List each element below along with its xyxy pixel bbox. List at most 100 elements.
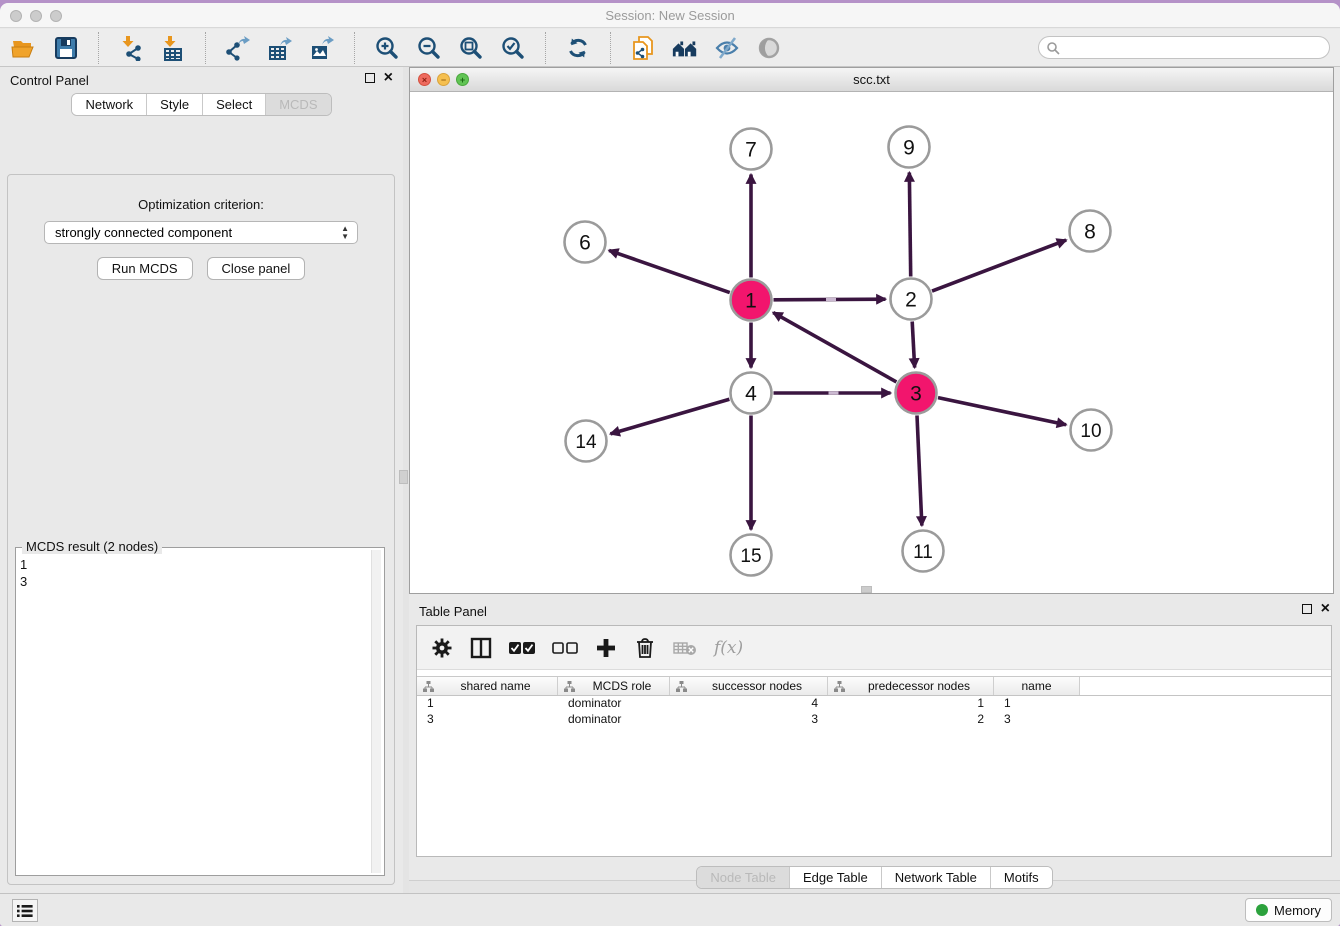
edge-3-10[interactable] bbox=[938, 398, 1066, 425]
optimization-dropdown[interactable]: strongly connected component ▲▼ bbox=[44, 221, 358, 244]
tab-network-table[interactable]: Network Table bbox=[882, 867, 991, 888]
horizontal-splitter-grip[interactable] bbox=[861, 586, 872, 593]
graph-node-2[interactable]: 2 bbox=[891, 279, 932, 320]
graph-node-14[interactable]: 14 bbox=[566, 421, 607, 462]
search-box bbox=[1038, 36, 1330, 59]
first-neighbors-icon[interactable] bbox=[671, 34, 699, 62]
app-window: Session: New Session bbox=[0, 3, 1340, 926]
mcds-tab-content: Optimization criterion: strongly connect… bbox=[7, 174, 395, 885]
edge-1-6[interactable] bbox=[609, 250, 730, 292]
table-cell[interactable]: 3 bbox=[670, 712, 828, 728]
gear-icon[interactable] bbox=[431, 636, 453, 660]
tab-edge-table[interactable]: Edge Table bbox=[790, 867, 882, 888]
toolbar-separator bbox=[610, 32, 611, 64]
column-header-shared-name[interactable]: shared name bbox=[417, 677, 558, 695]
edge-3-11[interactable] bbox=[917, 415, 922, 525]
network-canvas[interactable]: 7 9 6 8 1 2 4 3 14 10 15 11 bbox=[410, 92, 1333, 593]
duplicate-network-icon[interactable] bbox=[629, 34, 657, 62]
table-row[interactable]: 3dominator323 bbox=[417, 712, 1331, 728]
table-row[interactable]: 1dominator411 bbox=[417, 696, 1331, 712]
edge-4-14[interactable] bbox=[610, 399, 729, 434]
edge-2-3[interactable] bbox=[912, 321, 914, 367]
optimization-label: Optimization criterion: bbox=[8, 197, 394, 212]
column-header-name[interactable]: name bbox=[994, 677, 1080, 695]
bird-eye-icon[interactable] bbox=[755, 34, 783, 62]
node-label: 6 bbox=[579, 232, 591, 255]
table-cell[interactable]: dominator bbox=[558, 696, 670, 712]
hierarchy-icon bbox=[834, 681, 845, 692]
graph-node-7[interactable]: 7 bbox=[731, 129, 772, 170]
delete-table-icon bbox=[673, 636, 697, 660]
column-header-successor-nodes[interactable]: successor nodes bbox=[670, 677, 828, 695]
columns-icon[interactable] bbox=[470, 636, 492, 660]
deselect-all-icon[interactable] bbox=[552, 636, 578, 660]
network-window-titlebar[interactable]: × − + scc.txt bbox=[410, 68, 1333, 92]
toolbar-separator bbox=[98, 32, 99, 64]
tab-mcds[interactable]: MCDS bbox=[266, 94, 330, 115]
export-table-icon[interactable] bbox=[266, 34, 294, 62]
table-cell[interactable]: 1 bbox=[994, 696, 1080, 712]
column-header-MCDS-role[interactable]: MCDS role bbox=[558, 677, 670, 695]
chevron-updown-icon: ▲▼ bbox=[341, 225, 349, 241]
export-network-icon[interactable] bbox=[224, 34, 252, 62]
column-header-predecessor-nodes[interactable]: predecessor nodes bbox=[828, 677, 994, 695]
node-label: 4 bbox=[745, 383, 757, 406]
close-panel-icon[interactable]: × bbox=[384, 73, 393, 83]
table-cell[interactable]: 1 bbox=[417, 696, 558, 712]
zoom-fit-icon[interactable] bbox=[457, 34, 485, 62]
table-cell[interactable]: 3 bbox=[994, 712, 1080, 728]
tab-node-table[interactable]: Node Table bbox=[697, 867, 790, 888]
memory-button[interactable]: Memory bbox=[1245, 898, 1332, 922]
graph-node-3[interactable]: 3 bbox=[896, 373, 937, 414]
tab-select[interactable]: Select bbox=[203, 94, 266, 115]
hide-style-icon[interactable] bbox=[713, 34, 741, 62]
graph-node-9[interactable]: 9 bbox=[889, 127, 930, 168]
refresh-icon[interactable] bbox=[564, 34, 592, 62]
tab-motifs[interactable]: Motifs bbox=[991, 867, 1052, 888]
table-cell[interactable]: 3 bbox=[417, 712, 558, 728]
open-folder-icon[interactable] bbox=[10, 34, 38, 62]
table-panel: Table Panel × bbox=[409, 598, 1340, 893]
zoom-out-icon[interactable] bbox=[415, 34, 443, 62]
save-icon[interactable] bbox=[52, 34, 80, 62]
import-network-icon[interactable] bbox=[117, 34, 145, 62]
float-panel-icon[interactable] bbox=[365, 73, 375, 83]
tab-style[interactable]: Style bbox=[147, 94, 203, 115]
add-column-icon[interactable] bbox=[595, 636, 617, 660]
graph-node-15[interactable]: 15 bbox=[731, 535, 772, 576]
import-table-icon[interactable] bbox=[159, 34, 187, 62]
graph-node-11[interactable]: 11 bbox=[903, 531, 944, 572]
task-history-icon[interactable] bbox=[12, 899, 38, 922]
table-cell[interactable]: 1 bbox=[828, 696, 994, 712]
table-cell[interactable]: dominator bbox=[558, 712, 670, 728]
tab-network[interactable]: Network bbox=[72, 94, 147, 115]
select-all-icon[interactable] bbox=[509, 636, 535, 660]
run-mcds-button[interactable]: Run MCDS bbox=[97, 257, 193, 280]
delete-icon[interactable] bbox=[634, 636, 656, 660]
graph-node-8[interactable]: 8 bbox=[1070, 211, 1111, 252]
close-panel-button[interactable]: Close panel bbox=[207, 257, 306, 280]
hierarchy-icon bbox=[423, 681, 434, 692]
graph-node-10[interactable]: 10 bbox=[1071, 410, 1112, 451]
graph-node-1[interactable]: 1 bbox=[731, 280, 772, 321]
table-panel-title: Table Panel bbox=[419, 604, 487, 619]
edge-label-mark bbox=[826, 298, 836, 301]
edge-2-9[interactable] bbox=[909, 172, 910, 276]
float-table-panel-icon[interactable] bbox=[1302, 604, 1312, 614]
zoom-selected-icon[interactable] bbox=[499, 34, 527, 62]
export-image-icon[interactable] bbox=[308, 34, 336, 62]
search-input[interactable] bbox=[1060, 41, 1322, 55]
table-cell[interactable]: 2 bbox=[828, 712, 994, 728]
graph-node-6[interactable]: 6 bbox=[565, 222, 606, 263]
table-cell[interactable]: 4 bbox=[670, 696, 828, 712]
close-table-panel-icon[interactable]: × bbox=[1321, 604, 1330, 614]
result-scrollbar[interactable] bbox=[371, 550, 381, 873]
graph-node-4[interactable]: 4 bbox=[731, 373, 772, 414]
edge-3-1[interactable] bbox=[773, 313, 896, 382]
zoom-in-icon[interactable] bbox=[373, 34, 401, 62]
network-title: scc.txt bbox=[410, 72, 1333, 87]
splitter-grip[interactable] bbox=[399, 470, 408, 484]
control-panel-tabs: NetworkStyleSelectMCDS bbox=[71, 93, 331, 116]
edge-2-8[interactable] bbox=[932, 240, 1066, 291]
control-panel: Control Panel × NetworkStyleSelectMCDS O… bbox=[0, 67, 403, 893]
